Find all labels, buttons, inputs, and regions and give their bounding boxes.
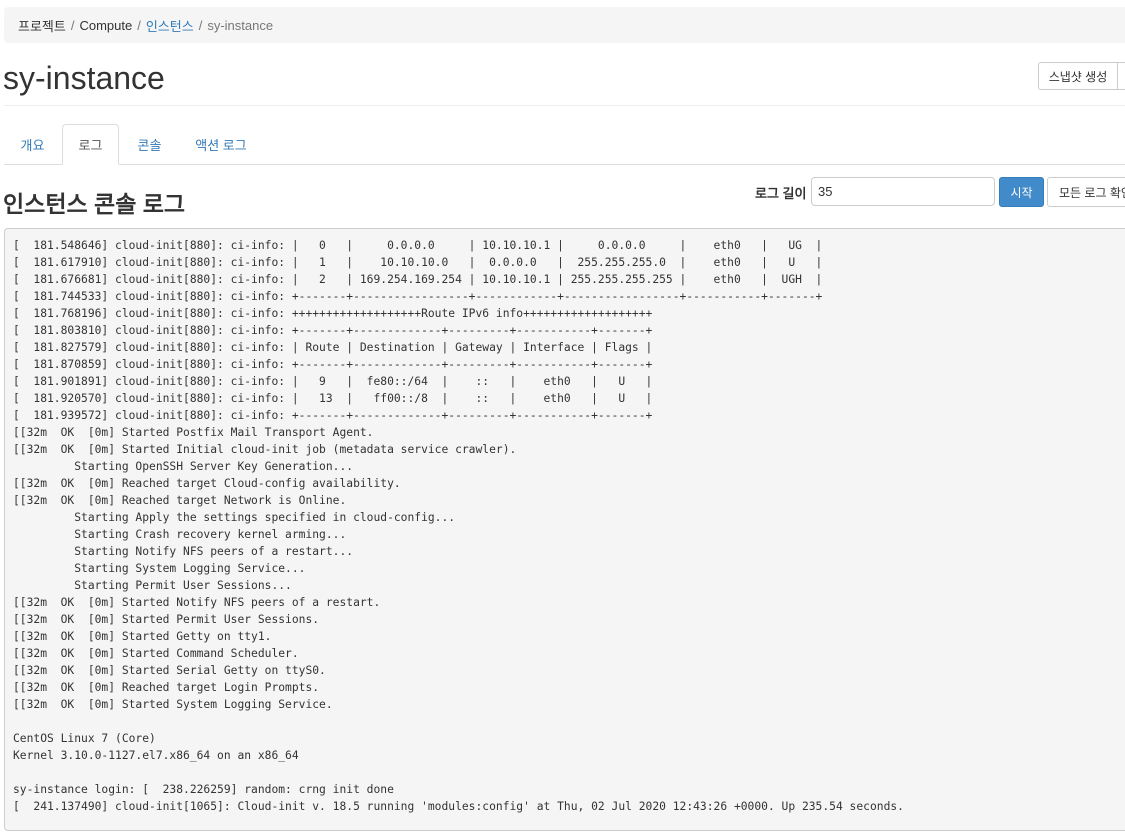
log-line: [[32m OK [0m] Started System Logging Ser… bbox=[13, 698, 333, 711]
log-line: [ 181.870859] cloud-init[880]: ci-info: … bbox=[13, 358, 653, 371]
log-line: [ 181.744533] cloud-init[880]: ci-info: … bbox=[13, 290, 823, 303]
log-line: [[32m OK [0m] Started Command Scheduler. bbox=[13, 647, 299, 660]
log-length-input[interactable] bbox=[811, 177, 995, 206]
tab-log[interactable]: 로그 bbox=[62, 124, 119, 165]
console-log-output[interactable]: [ 181.548646] cloud-init[880]: ci-info: … bbox=[4, 228, 1125, 831]
tab-console[interactable]: 콘솔 bbox=[121, 124, 178, 164]
breadcrumb-item-compute: Compute bbox=[79, 17, 133, 33]
breadcrumb-item-instances[interactable]: 인스턴스 bbox=[146, 16, 194, 35]
log-line: [[32m OK [0m] Started Initial cloud-init… bbox=[13, 443, 517, 456]
breadcrumb-item-project: 프로젝트 bbox=[18, 18, 66, 34]
log-line: sy-instance login: [ 238.226259] random:… bbox=[13, 783, 394, 796]
title-divider bbox=[4, 105, 1125, 106]
breadcrumb: 프로젝트 / Compute / 인스턴스 / sy-instance bbox=[4, 7, 1125, 43]
log-line: Starting OpenSSH Server Key Generation..… bbox=[13, 460, 354, 473]
log-line: [[32m OK [0m] Started Postfix Mail Trans… bbox=[13, 426, 374, 439]
log-line: [ 181.768196] cloud-init[880]: ci-info: … bbox=[13, 307, 653, 320]
breadcrumb-separator: / bbox=[137, 17, 141, 33]
console-log-title: 인스턴스 콘솔 로그 bbox=[3, 191, 186, 217]
log-line: [ 181.676681] cloud-init[880]: ci-info: … bbox=[13, 273, 823, 286]
log-line: [ 181.920570] cloud-init[880]: ci-info: … bbox=[13, 392, 653, 405]
log-length-label: 로그 길이 bbox=[755, 186, 807, 201]
breadcrumb-item-current: sy-instance bbox=[207, 17, 274, 33]
start-button[interactable]: 시작 bbox=[999, 177, 1044, 207]
log-line: [[32m OK [0m] Reached target Login Promp… bbox=[13, 681, 320, 694]
view-full-log-button[interactable]: 모든 로그 확인 bbox=[1047, 177, 1125, 207]
actions-dropdown-toggle[interactable] bbox=[1117, 62, 1125, 90]
log-line: Starting Apply the settings specified in… bbox=[13, 511, 456, 524]
log-line: Starting Permit User Sessions... bbox=[13, 579, 292, 592]
log-line: [ 181.548646] cloud-init[880]: ci-info: … bbox=[13, 239, 823, 252]
log-line: [ 181.939572] cloud-init[880]: ci-info: … bbox=[13, 409, 653, 422]
log-line: [[32m OK [0m] Started Getty on tty1. bbox=[13, 630, 272, 643]
log-line: [ 181.617910] cloud-init[880]: ci-info: … bbox=[13, 256, 823, 269]
log-line: [[32m OK [0m] Reached target Cloud-confi… bbox=[13, 477, 401, 490]
breadcrumb-separator: / bbox=[70, 17, 75, 33]
log-line: CentOS Linux 7 (Core) bbox=[13, 732, 156, 745]
tab-action-log[interactable]: 액션 로그 bbox=[181, 124, 261, 164]
log-line: [[32m OK [0m] Reached target Network is … bbox=[13, 494, 347, 507]
log-line: [ 241.137490] cloud-init[1065]: Cloud-in… bbox=[13, 800, 904, 813]
log-line: Starting Crash recovery kernel arming... bbox=[13, 528, 347, 541]
log-line: Starting System Logging Service... bbox=[13, 562, 306, 575]
tab-overview[interactable]: 개요 bbox=[4, 124, 61, 164]
log-line: [ 181.827579] cloud-init[880]: ci-info: … bbox=[13, 341, 653, 354]
instance-detail-page: 프로젝트 / Compute / 인스턴스 / sy-instance sy-i… bbox=[0, 0, 1125, 838]
log-line: Starting Notify NFS peers of a restart..… bbox=[13, 545, 354, 558]
log-line: [ 181.803810] cloud-init[880]: ci-info: … bbox=[13, 324, 653, 337]
detail-tabs: 개요 로그 콘솔 액션 로그 bbox=[4, 124, 1125, 165]
log-line: [[32m OK [0m] Started Permit User Sessio… bbox=[13, 613, 320, 626]
log-line: [[32m OK [0m] Started Notify NFS peers o… bbox=[13, 596, 381, 609]
create-snapshot-button[interactable]: 스냅샷 생성 bbox=[1038, 62, 1118, 90]
breadcrumb-separator: / bbox=[198, 17, 203, 33]
log-line: [ 181.901891] cloud-init[880]: ci-info: … bbox=[13, 375, 653, 388]
page-title: sy-instance bbox=[3, 60, 165, 96]
log-line: [[32m OK [0m] Started Serial Getty on tt… bbox=[13, 664, 326, 677]
log-line: Kernel 3.10.0-1127.el7.x86_64 on an x86_… bbox=[13, 749, 299, 762]
